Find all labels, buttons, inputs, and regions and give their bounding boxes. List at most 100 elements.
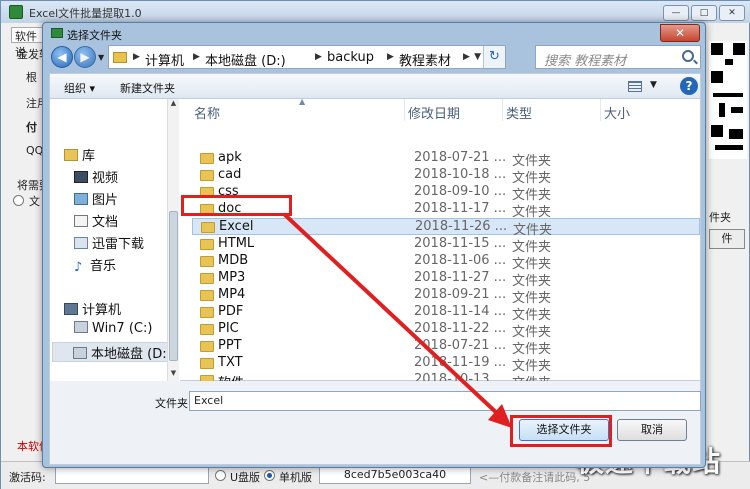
breadcrumb-separator-icon[interactable]: ▶: [133, 52, 140, 62]
file-row[interactable]: cad 2018-10-18 ... 文件夹: [192, 167, 700, 186]
maximize-button[interactable]: □: [691, 5, 717, 21]
dialog-title: 选择文件夹: [67, 29, 122, 42]
download-icon: [74, 237, 88, 249]
file-row[interactable]: PDF 2018-11-14 ... 文件夹: [192, 304, 700, 323]
dialog-app-icon: [51, 28, 63, 38]
app-close-button[interactable]: ✕: [719, 5, 745, 21]
nav-item-video[interactable]: 视频: [74, 167, 118, 187]
address-bar[interactable]: ▶ 计算机 ▶ 本地磁盘 (D:) ▶ backup ▶ 教程素材 ▶ ▼ ↻: [108, 45, 506, 69]
breadcrumb-drive-d[interactable]: 本地磁盘 (D:): [205, 50, 286, 69]
file-row[interactable]: PPT 2018-07-21 ... 文件夹: [192, 338, 700, 357]
nav-item-computer[interactable]: 计算机: [64, 299, 121, 319]
single-machine-label: 单机版: [279, 471, 312, 484]
file-row[interactable]: PIC 2018-11-22 ... 文件夹: [192, 321, 700, 340]
search-icon[interactable]: [682, 50, 694, 62]
scroll-down-icon[interactable]: ▼: [168, 369, 179, 381]
file-row[interactable]: MDB 2018-11-06 ... 文件夹: [192, 253, 700, 272]
select-folder-dialog: 选择文件夹 ✕ ◀ ▶ ▼ ▶ 计算机 ▶ 本地磁盘 (D:) ▶ backup…: [42, 22, 706, 468]
file-row[interactable]: MP3 2018-11-27 ... 文件夹: [192, 270, 700, 289]
nav-item-library[interactable]: 库: [64, 145, 95, 165]
cancel-button[interactable]: 取消: [617, 419, 687, 441]
folder-icon: [200, 341, 214, 352]
folder-icon: [200, 153, 214, 164]
app-title: Excel文件批量提取1.0: [29, 7, 142, 20]
computer-icon: [64, 303, 78, 315]
nav-item-documents[interactable]: 文档: [74, 211, 118, 231]
folder-icon: [201, 222, 215, 233]
breadcrumb-tutorial[interactable]: 教程素材: [399, 50, 451, 69]
drive-icon: [73, 347, 87, 359]
nav-item-music[interactable]: ♪ 音乐: [74, 255, 116, 275]
radio-option[interactable]: [13, 195, 24, 206]
browse-file-button[interactable]: 件: [709, 229, 745, 249]
single-machine-radio[interactable]: [264, 470, 275, 481]
column-header-name[interactable]: 名称: [194, 103, 220, 122]
folder-icon: [200, 358, 214, 369]
drive-icon: [74, 321, 88, 333]
back-arrow-icon[interactable]: ◀: [51, 46, 73, 68]
column-divider[interactable]: [502, 99, 503, 121]
breadcrumb-separator-icon[interactable]: ▶: [463, 52, 470, 62]
u-disk-radio[interactable]: [215, 470, 226, 481]
search-box[interactable]: 搜索 教程素材: [535, 45, 701, 69]
app-label: 根: [26, 71, 37, 84]
dialog-body: 库 视频 图片 文档 迅雷下载 ♪ 音乐 计算机 Win7 (C:) 本地磁盘 …: [49, 97, 702, 406]
nav-item-thunder-downloads[interactable]: 迅雷下载: [74, 233, 144, 253]
file-row-selected[interactable]: Excel 2018-11-26 ... 文件夹: [192, 218, 700, 238]
minimize-button[interactable]: —: [663, 5, 689, 21]
picture-icon: [74, 193, 88, 205]
dialog-close-button[interactable]: ✕: [660, 24, 700, 42]
nav-scrollbar[interactable]: ▲ ▼: [167, 99, 179, 381]
folder-icon: [200, 273, 214, 284]
breadcrumb-backup[interactable]: backup: [327, 50, 374, 65]
folder-icon: [200, 307, 214, 318]
activation-label: 激活码:: [9, 471, 46, 484]
scroll-up-icon[interactable]: ▲: [168, 99, 179, 111]
forward-arrow-icon[interactable]: ▶: [74, 46, 96, 68]
column-divider[interactable]: [600, 99, 601, 121]
recent-locations-dropdown[interactable]: ▼: [98, 53, 104, 62]
app-titlebar: Excel文件批量提取1.0 — □ ✕: [1, 1, 750, 23]
file-row[interactable]: apk 2018-07-21 ... 文件夹: [192, 150, 700, 169]
folder-icon: [200, 256, 214, 267]
refresh-icon[interactable]: ↻: [483, 46, 505, 68]
file-row[interactable]: MP4 2018-09-21 ... 文件夹: [192, 287, 700, 306]
column-header-size[interactable]: 大小: [604, 103, 630, 122]
video-icon: [74, 171, 88, 183]
folder-icon: [200, 239, 214, 250]
machine-code-field[interactable]: 8ced7b5e003ca40: [319, 466, 471, 484]
folder-icon: [200, 170, 214, 181]
nav-item-drive-d[interactable]: 本地磁盘 (D:: [52, 342, 170, 362]
view-dropdown-icon[interactable]: ▼: [650, 80, 657, 90]
help-icon[interactable]: ?: [680, 77, 698, 95]
new-folder-button[interactable]: 新建文件夹: [120, 80, 175, 96]
nav-item-pictures[interactable]: 图片: [74, 189, 118, 209]
address-dropdown-icon[interactable]: ▼: [474, 52, 481, 62]
nav-item-drive-c[interactable]: Win7 (C:): [74, 321, 152, 341]
activation-code-input[interactable]: [55, 466, 209, 484]
highlight-box-excel: [181, 195, 292, 216]
music-icon: ♪: [74, 260, 83, 275]
sort-ascending-icon: ▲: [299, 97, 306, 106]
column-divider[interactable]: [404, 99, 405, 121]
breadcrumb-separator-icon[interactable]: ▶: [387, 52, 394, 62]
app-label: 文: [29, 195, 40, 208]
payment-hint: <—付款备注请此码, 5: [479, 471, 591, 484]
file-row[interactable]: HTML 2018-11-15 ... 文件夹: [192, 236, 700, 255]
dialog-toolbar: 组织 ▾ 新建文件夹 ▼ ?: [49, 73, 701, 99]
app-logo-icon: [9, 5, 23, 19]
nav-scroll-thumb[interactable]: [169, 211, 178, 361]
folder-name-input[interactable]: Excel: [189, 391, 701, 411]
u-disk-label: U盘版: [230, 471, 261, 484]
column-header-date[interactable]: 修改日期: [408, 103, 460, 122]
file-list: ▲ 名称 修改日期 类型 大小 apk 2018-07-21 ... 文件夹 cad…: [192, 97, 702, 391]
column-header-type[interactable]: 类型: [506, 103, 532, 122]
organize-button[interactable]: 组织 ▾: [64, 80, 95, 96]
breadcrumb-computer[interactable]: 计算机: [145, 50, 184, 69]
view-mode-icon[interactable]: [628, 81, 642, 92]
breadcrumb-separator-icon[interactable]: ▶: [193, 52, 200, 62]
app-label: 件夹: [709, 211, 731, 224]
folder-icon: [113, 52, 127, 63]
breadcrumb-separator-icon[interactable]: ▶: [315, 52, 322, 62]
file-row[interactable]: TXT 2018-11-19 ... 文件夹: [192, 355, 700, 374]
